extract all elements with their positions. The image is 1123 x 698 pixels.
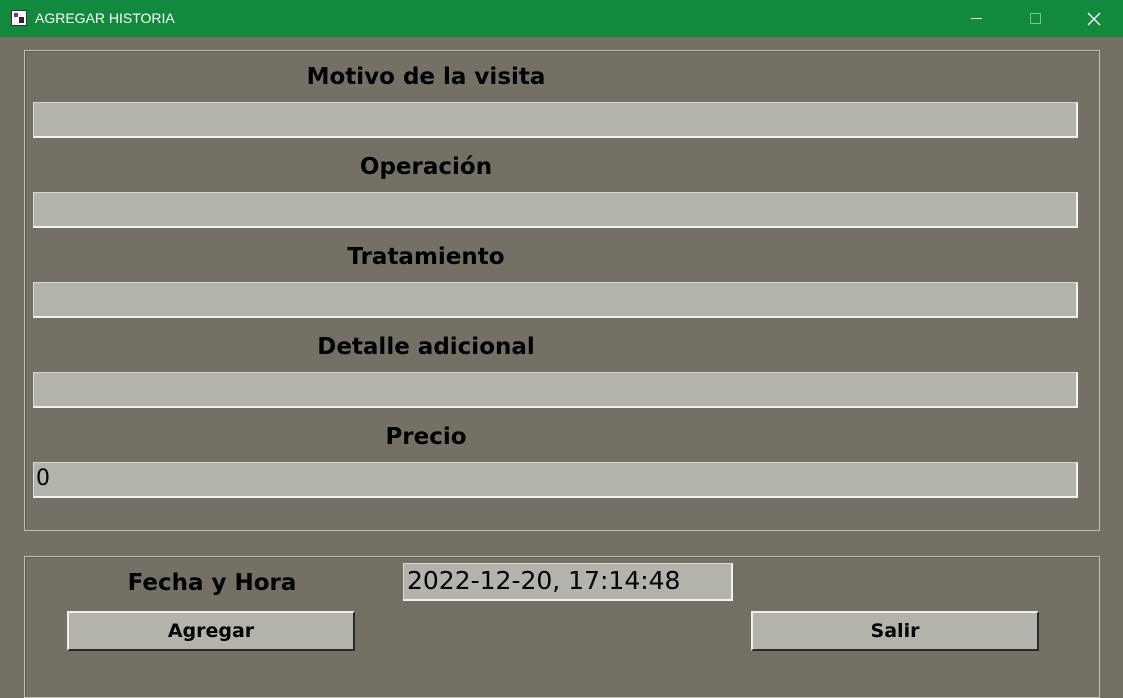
maximize-icon[interactable] — [1006, 0, 1064, 37]
title-bar: AGREGAR HISTORIA — [0, 0, 1123, 37]
detalle-input[interactable] — [33, 372, 1078, 408]
window-title: AGREGAR HISTORIA — [35, 10, 175, 26]
agregar-button[interactable]: Agregar — [67, 611, 355, 651]
tratamiento-input[interactable] — [33, 282, 1078, 318]
fecha-label: Fecha y Hora — [127, 570, 297, 596]
detalle-label: Detalle adicional — [317, 334, 535, 360]
operacion-label: Operación — [359, 154, 493, 180]
precio-label: Precio — [385, 424, 467, 450]
tratamiento-label: Tratamiento — [347, 244, 505, 270]
operacion-input[interactable] — [33, 192, 1078, 228]
close-x-icon — [1087, 12, 1101, 26]
motivo-input[interactable] — [33, 102, 1078, 138]
app-icon — [11, 10, 27, 26]
close-icon[interactable] — [1065, 0, 1123, 37]
salir-button[interactable]: Salir — [751, 611, 1039, 651]
precio-input[interactable]: 0 — [33, 462, 1078, 498]
minimize-icon[interactable] — [948, 0, 1006, 37]
fecha-hora-field: 2022-12-20, 17:14:48 — [403, 563, 733, 601]
motivo-label: Motivo de la visita — [306, 64, 546, 90]
